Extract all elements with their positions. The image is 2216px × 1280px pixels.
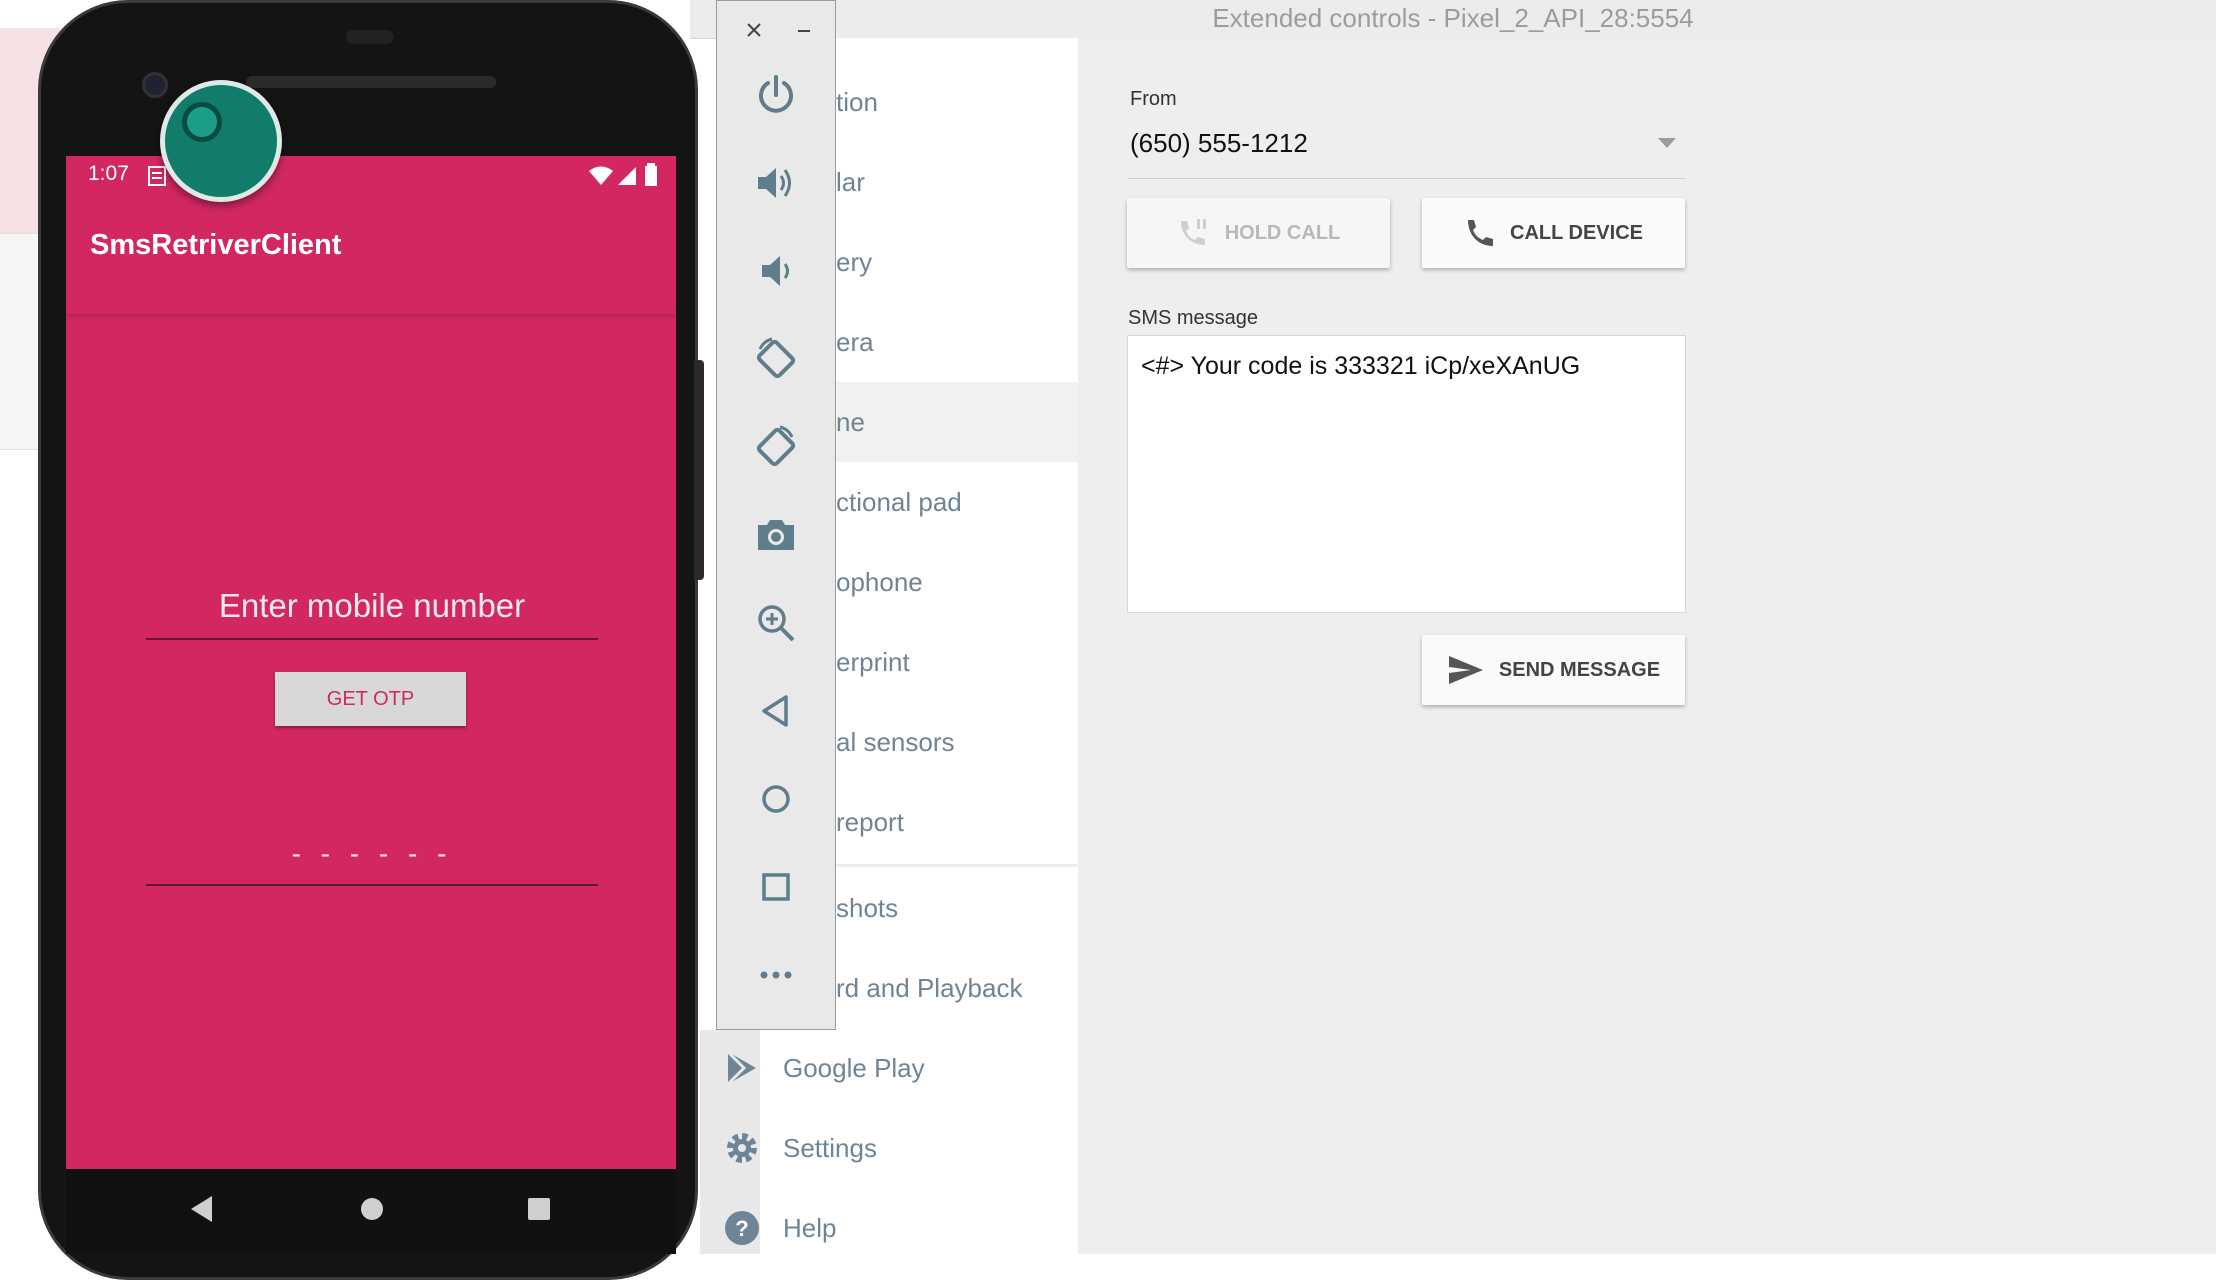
zoom-icon (758, 605, 795, 642)
sms-message-label: SMS message (1128, 307, 1259, 329)
toolbar-power-button[interactable] (741, 60, 811, 130)
call-device-label: CALL DEVICE (1510, 221, 1643, 244)
extended-controls-titlebar: Extended controls - Pixel_2_API_28:5554 (690, 0, 2216, 39)
sidebar-item-camera[interactable]: era (836, 302, 1078, 382)
overview-icon (762, 873, 790, 901)
sidebar-item-settings[interactable]: Settings (783, 1108, 877, 1188)
status-bar: 1:07 (66, 156, 676, 196)
status-time: 1:07 (88, 162, 129, 185)
toolbar-rotate-left-button[interactable] (741, 324, 811, 394)
dropdown-caret-icon[interactable] (1658, 138, 1676, 148)
sidebar-item-label: rd and Playback (836, 973, 1023, 1003)
sms-message-text: <#> Your code is 333321 iCp/xeXAnUG (1141, 352, 1581, 380)
sidebar-item-label: report (836, 807, 904, 837)
home-icon (762, 785, 790, 813)
toolbar-volume-down-button[interactable] (741, 236, 811, 306)
nav-recents-icon[interactable] (526, 1196, 552, 1222)
rotate-left-icon (756, 337, 796, 379)
phone-navigation-bar (66, 1169, 676, 1254)
signal-icon (618, 167, 636, 185)
sidebar-item-phone[interactable]: ne (836, 382, 1078, 462)
volume-down-icon (762, 256, 789, 286)
toolbar-overview-button[interactable] (741, 852, 811, 922)
sidebar-item-bug-report[interactable]: report (836, 782, 1078, 862)
sidebar-item-virtual-sensors[interactable]: al sensors (836, 702, 1078, 782)
app-title: SmsRetriverClient (90, 229, 342, 261)
back-icon (762, 695, 788, 727)
camera-icon (758, 520, 794, 550)
power-icon (759, 75, 793, 113)
phone-call-icon (1468, 220, 1493, 246)
touch-indicator (160, 80, 282, 202)
nav-back-icon[interactable] (188, 1194, 214, 1224)
sidebar-item-record-playback[interactable]: rd and Playback (836, 948, 1078, 1028)
hold-call-button[interactable]: HOLD CALL (1127, 198, 1390, 268)
close-icon[interactable] (743, 19, 765, 41)
toolbar-screenshot-button[interactable] (741, 500, 811, 570)
sidebar-item-google-play[interactable]: Google Play (783, 1028, 925, 1108)
sidebar-item-label: erprint (836, 647, 910, 677)
sidebar-item-label: ery (836, 247, 873, 277)
help-icon: ? (725, 1211, 759, 1245)
phone-side-button[interactable] (694, 360, 704, 580)
google-play-icon (726, 1050, 756, 1086)
minimize-icon[interactable] (793, 19, 815, 41)
send-message-button[interactable]: SEND MESSAGE (1422, 635, 1685, 705)
sidebar-item-snapshots[interactable]: shots (836, 868, 1078, 948)
toolbar-home-button[interactable] (741, 764, 811, 834)
get-otp-button[interactable]: GET OTP (275, 672, 466, 726)
sidebar-item-label: ctional pad (836, 487, 962, 517)
emulator-toolbar (716, 0, 836, 1030)
sidebar-item-label: lar (836, 167, 865, 197)
phone-screen: 1:07 SmsRetriverClient Enter mobile numb… (66, 156, 676, 1169)
sidebar-item-location[interactable]: tion (836, 62, 1078, 142)
toolbar-more-button[interactable] (741, 940, 811, 1010)
from-number-value: (650) 555-1212 (1130, 128, 1308, 158)
hold-call-icon (1180, 219, 1206, 245)
sidebar-item-fingerprint[interactable]: erprint (836, 622, 1078, 702)
phone-speaker (246, 76, 496, 88)
rotate-right-icon (756, 425, 796, 467)
otp-input[interactable]: - - - - - - (146, 824, 598, 886)
sidebar-item-label: ophone (836, 567, 923, 597)
volume-up-icon (758, 168, 791, 198)
send-icon (1448, 656, 1483, 684)
nav-home-icon[interactable] (358, 1195, 386, 1223)
sidebar-item-directional-pad[interactable]: ctional pad (836, 462, 1078, 542)
sidebar-item-label: ne (836, 407, 865, 437)
settings-gear-icon (727, 1133, 757, 1163)
hold-call-label: HOLD CALL (1224, 221, 1341, 244)
sidebar-item-help[interactable]: Help (783, 1188, 836, 1268)
app-bar: SmsRetriverClient (66, 196, 676, 314)
more-icon (760, 971, 792, 979)
toolbar-back-button[interactable] (741, 676, 811, 746)
sidebar-item-battery[interactable]: ery (836, 222, 1078, 302)
front-camera (142, 72, 168, 98)
toolbar-volume-up-button[interactable] (741, 148, 811, 218)
sidebar-item-label: era (836, 327, 874, 357)
toolbar-zoom-button[interactable] (741, 588, 811, 658)
phone-top-slot (346, 30, 394, 44)
sidebar-item-label: al sensors (836, 727, 955, 757)
battery-icon (645, 163, 657, 186)
sidebar-divider (836, 864, 1078, 867)
notification-icon (148, 166, 166, 186)
window-title: Extended controls - Pixel_2_API_28:5554 (1212, 3, 1694, 33)
toolbar-rotate-right-button[interactable] (741, 412, 811, 482)
send-message-label: SEND MESSAGE (1498, 658, 1661, 681)
svg-text:?: ? (735, 1216, 748, 1241)
from-label: From (1130, 88, 1177, 110)
sidebar-item-label: tion (836, 87, 878, 117)
call-device-button[interactable]: CALL DEVICE (1422, 198, 1685, 268)
sidebar-item-cellular[interactable]: lar (836, 142, 1078, 222)
sidebar-item-microphone[interactable]: ophone (836, 542, 1078, 622)
sidebar-item-label: shots (836, 893, 899, 923)
mobile-number-input[interactable]: Enter mobile number (146, 574, 598, 640)
wifi-icon (589, 166, 613, 185)
touch-indicator-center (182, 102, 222, 142)
